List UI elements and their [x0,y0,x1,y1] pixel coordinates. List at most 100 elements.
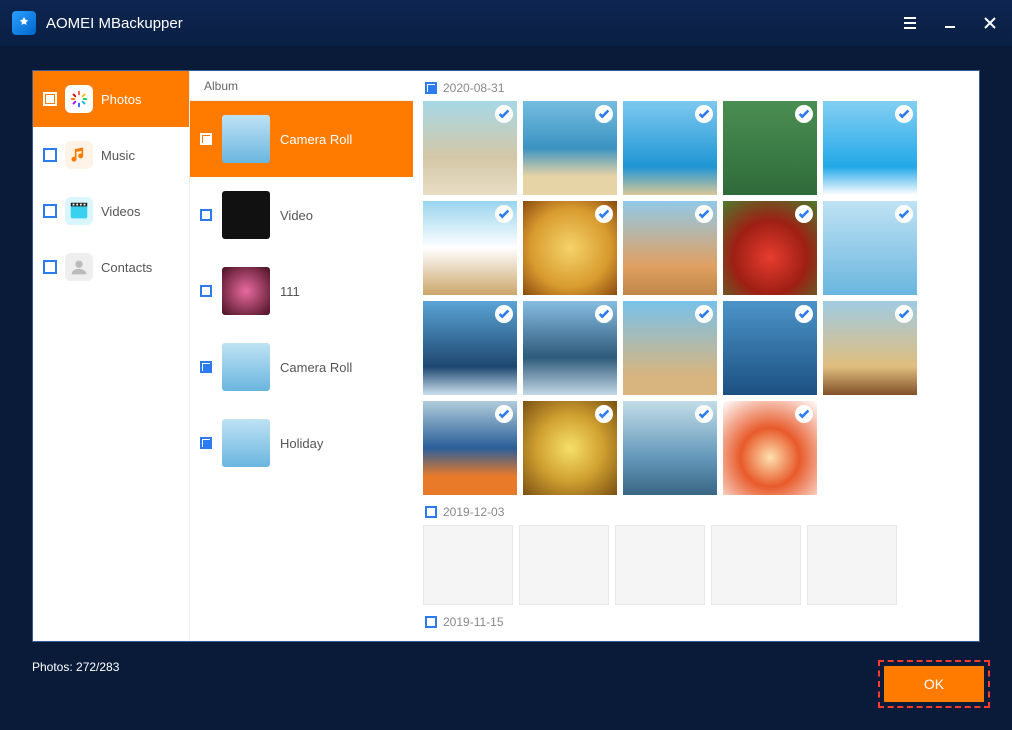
photo-thumbnail[interactable] [623,401,717,495]
videos-icon [65,197,93,225]
photo-grid: 2020-08-31 2019-12-03 2019-11-15 [413,71,979,641]
selected-check-icon[interactable] [795,105,813,123]
app-title: AOMEI MBackupper [46,15,900,32]
selected-check-icon[interactable] [695,105,713,123]
selected-check-icon[interactable] [595,105,613,123]
photo-thumbnail[interactable] [623,101,717,195]
photo-thumbnail[interactable] [523,201,617,295]
checkbox-icon[interactable] [43,260,57,274]
photo-thumbnail[interactable] [623,301,717,395]
photo-thumbnail[interactable] [423,401,517,495]
contacts-icon [65,253,93,281]
selected-check-icon[interactable] [595,405,613,423]
category-label: Music [101,148,135,163]
photo-thumbnail[interactable] [807,525,897,605]
selected-check-icon[interactable] [695,305,713,323]
close-icon[interactable] [980,13,1000,33]
selected-check-icon[interactable] [595,205,613,223]
album-thumbnail [222,267,270,315]
checkbox-icon[interactable] [43,148,57,162]
selected-check-icon[interactable] [895,105,913,123]
workspace: Photos Music Videos Contacts Album [32,70,980,642]
ok-button[interactable]: OK [884,666,984,702]
photo-thumbnail[interactable] [823,301,917,395]
category-videos[interactable]: Videos [33,183,189,239]
album-camera-roll-2[interactable]: Camera Roll [190,329,413,405]
selected-check-icon[interactable] [795,305,813,323]
category-label: Photos [101,92,141,107]
status-text: Photos: 272/283 [32,660,119,674]
photo-thumbnail[interactable] [623,201,717,295]
checkbox-icon[interactable] [43,92,57,106]
checkbox-icon[interactable] [200,285,212,297]
photo-thumbnail[interactable] [723,401,817,495]
selected-check-icon[interactable] [795,405,813,423]
album-label: 111 [280,284,300,299]
minimize-icon[interactable] [940,13,960,33]
photo-thumbnail[interactable] [723,201,817,295]
photo-thumbnail[interactable] [519,525,609,605]
selected-check-icon[interactable] [495,205,513,223]
checkbox-icon[interactable] [425,82,437,94]
photo-thumbnail[interactable] [523,401,617,495]
album-holiday[interactable]: Holiday [190,405,413,481]
photo-thumbnail[interactable] [423,525,513,605]
photo-thumbnail[interactable] [523,301,617,395]
selected-check-icon[interactable] [895,305,913,323]
category-label: Contacts [101,260,152,275]
photo-thumbnail[interactable] [423,301,517,395]
photo-thumbnail[interactable] [523,101,617,195]
photo-thumbnail[interactable] [823,201,917,295]
photos-icon [65,85,93,113]
selected-check-icon[interactable] [895,205,913,223]
album-thumbnail [222,191,270,239]
album-thumbnail [222,419,270,467]
date-label: 2019-11-15 [443,615,504,629]
album-label: Camera Roll [280,360,352,375]
date-header[interactable]: 2020-08-31 [425,81,969,95]
album-thumbnail [222,115,270,163]
photo-thumbnail[interactable] [823,101,917,195]
photo-thumbnail[interactable] [723,301,817,395]
album-camera-roll[interactable]: Camera Roll [190,101,413,177]
photo-thumbnail[interactable] [711,525,801,605]
selected-check-icon[interactable] [595,305,613,323]
category-list: Photos Music Videos Contacts [33,71,189,641]
category-music[interactable]: Music [33,127,189,183]
app-logo [12,11,36,35]
date-group: 2019-12-03 [423,505,969,605]
category-contacts[interactable]: Contacts [33,239,189,295]
selected-check-icon[interactable] [495,405,513,423]
selected-check-icon[interactable] [695,205,713,223]
date-group: 2019-11-15 [423,615,969,629]
selected-check-icon[interactable] [495,105,513,123]
date-header[interactable]: 2019-12-03 [425,505,969,519]
date-label: 2019-12-03 [443,505,504,519]
checkbox-icon[interactable] [425,616,437,628]
category-photos[interactable]: Photos [33,71,189,127]
music-icon [65,141,93,169]
selected-check-icon[interactable] [695,405,713,423]
date-header[interactable]: 2019-11-15 [425,615,969,629]
checkbox-icon[interactable] [425,506,437,518]
album-111[interactable]: 111 [190,253,413,329]
checkbox-icon[interactable] [200,361,212,373]
photo-thumbnail[interactable] [423,201,517,295]
album-video[interactable]: Video [190,177,413,253]
titlebar: AOMEI MBackupper [0,0,1012,46]
checkbox-icon[interactable] [200,133,212,145]
list-view-icon[interactable] [900,13,920,33]
album-label: Video [280,208,313,223]
checkbox-icon[interactable] [200,437,212,449]
checkbox-icon[interactable] [200,209,212,221]
album-list: Album Camera Roll Video 111 Camera Roll … [189,71,413,641]
photo-thumbnail[interactable] [615,525,705,605]
photo-thumbnail[interactable] [423,101,517,195]
category-label: Videos [101,204,141,219]
selected-check-icon[interactable] [795,205,813,223]
selected-check-icon[interactable] [495,305,513,323]
checkbox-icon[interactable] [43,204,57,218]
photo-thumbnail[interactable] [723,101,817,195]
album-label: Holiday [280,436,323,451]
date-label: 2020-08-31 [443,81,504,95]
